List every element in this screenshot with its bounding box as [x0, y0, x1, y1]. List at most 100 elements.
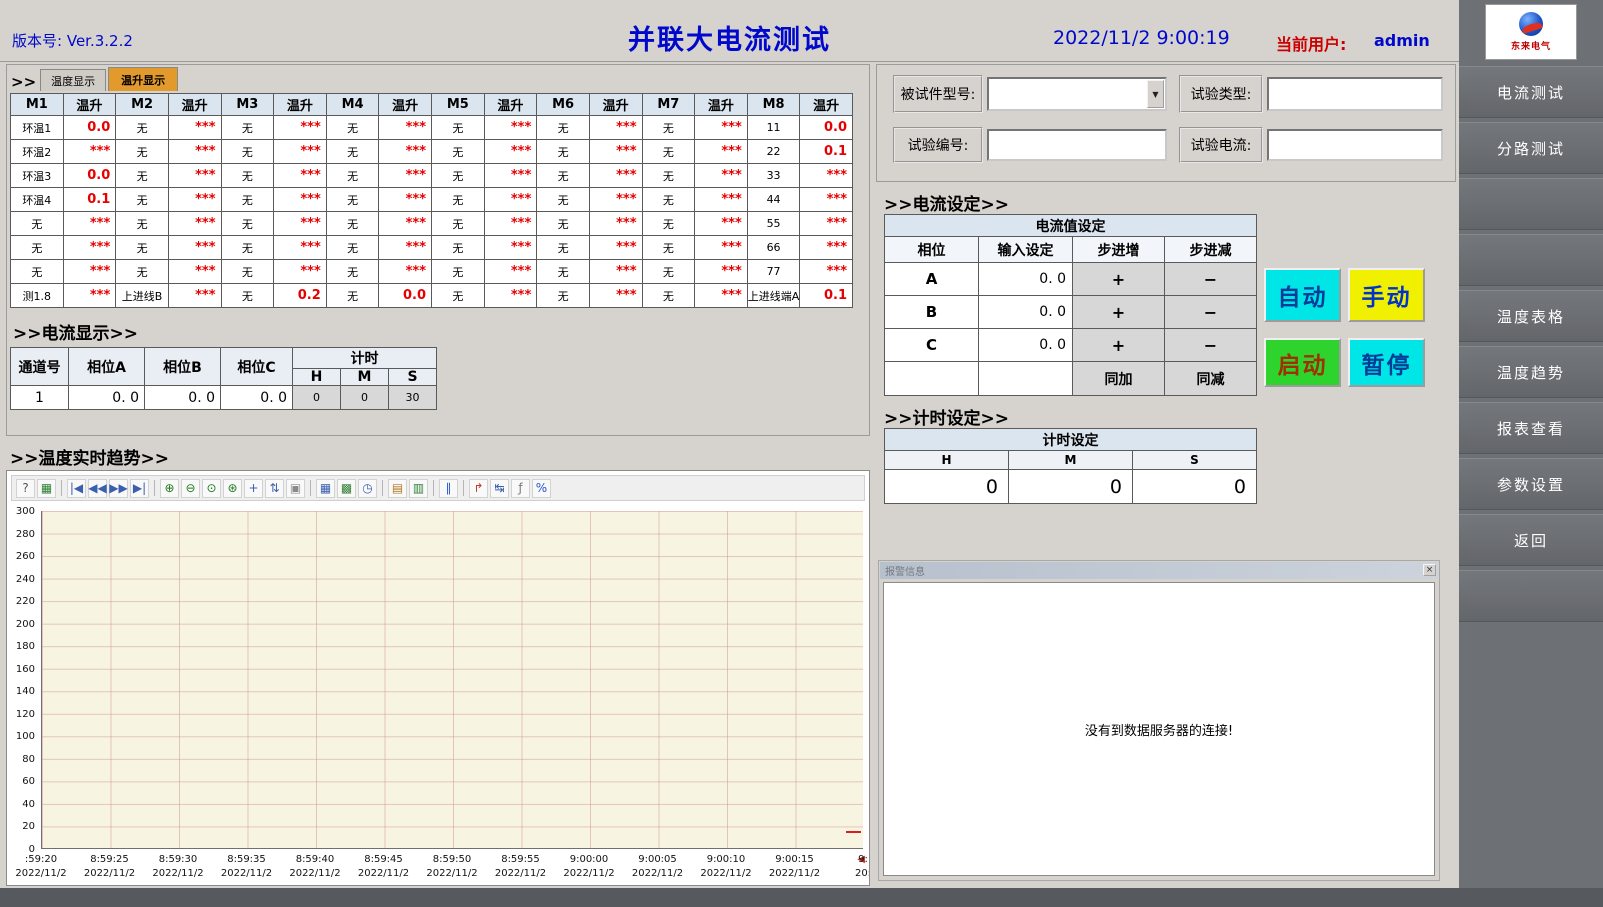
pause-refresh-icon[interactable]: ∥ [439, 479, 458, 498]
trend-chart-panel: ?▦|◀◀◀▶▶▶|⊕⊖⊙⊛+⇅▣▦▩◷▤▥∥↱↹ƒ% 300280260240… [6, 470, 870, 886]
bulk-plus-button[interactable]: 同加 [1073, 362, 1165, 396]
alarm-title-bar[interactable]: 报警信息 [880, 562, 1438, 579]
sidebar-item-label: 返回 [1514, 530, 1548, 551]
sidebar-item-6[interactable]: 报表查看 [1459, 402, 1603, 454]
phase-b-set-input[interactable]: 0. 0 [979, 296, 1073, 329]
phase-c-set-input[interactable]: 0. 0 [979, 329, 1073, 362]
chevron-down-icon[interactable]: ▼ [1147, 80, 1164, 108]
temp-rise-value: *** [168, 164, 221, 188]
test-type-input[interactable] [1267, 77, 1443, 111]
fx-icon[interactable]: ƒ [511, 479, 530, 498]
curve-list-icon[interactable]: ▤ [388, 479, 407, 498]
start-button[interactable]: 启动 [1264, 338, 1341, 387]
sidebar-item-8[interactable]: 返回 [1459, 514, 1603, 566]
temp-rise-value: *** [379, 140, 432, 164]
trend-plot[interactable] [41, 511, 863, 849]
temp-rise-value: *** [695, 212, 748, 236]
sidebar-item-9[interactable] [1459, 570, 1603, 622]
timer-seconds: 30 [389, 386, 437, 410]
auto-button[interactable]: 自动 [1264, 268, 1341, 322]
temp-rise-value: *** [274, 212, 327, 236]
sidebar-item-1[interactable]: 分路测试 [1459, 122, 1603, 174]
zoom-window-icon[interactable]: ⊙ [202, 479, 221, 498]
sidebar-item-3[interactable] [1459, 234, 1603, 286]
data-cursor-icon[interactable]: ↱ [469, 479, 488, 498]
tab-temp-rise-display[interactable]: 温升显示 [108, 67, 178, 91]
channel-name: 无 [221, 116, 274, 140]
current-display-table: 通道号 相位A 相位B 相位C 计时 H M S 1 0. 0 0. 0 0. … [10, 347, 437, 410]
device-model-combo[interactable]: ▼ [987, 77, 1167, 111]
pan-icon[interactable]: + [244, 479, 263, 498]
fast-back-icon[interactable]: ◀◀ [88, 479, 107, 498]
close-icon[interactable]: × [1423, 564, 1436, 576]
temp-rise-value: *** [589, 116, 642, 140]
grid-toggle-icon[interactable]: ▦ [316, 479, 335, 498]
last-page-icon[interactable]: ▶| [130, 479, 149, 498]
phase-a-set-input[interactable]: 0. 0 [979, 263, 1073, 296]
blank-cell [885, 362, 979, 396]
temp-rise-value: *** [168, 188, 221, 212]
y-scale-icon[interactable]: ⇅ [265, 479, 284, 498]
alarm-window: 报警信息 × 没有到数据服务器的连接! [878, 560, 1440, 881]
sidebar-item-2[interactable] [1459, 178, 1603, 230]
temp-rise-value: *** [695, 188, 748, 212]
timer-m-input[interactable]: 0 [1009, 470, 1133, 504]
phase-a-plus-button[interactable]: + [1073, 263, 1165, 296]
tab-temperature-display[interactable]: 温度显示 [40, 69, 106, 91]
phase-a-minus-button[interactable]: − [1165, 263, 1257, 296]
channel-name: 无 [326, 260, 379, 284]
zoom-in-icon[interactable]: ⊕ [160, 479, 179, 498]
grid-color-icon[interactable]: ▩ [337, 479, 356, 498]
channel-header: 通道号 [11, 348, 69, 386]
report-export-icon[interactable]: ▦ [37, 479, 56, 498]
phase-a-label: A [885, 263, 979, 296]
test-number-input[interactable] [987, 129, 1167, 161]
temp-rise-value: *** [695, 140, 748, 164]
channel-name: 无 [116, 188, 169, 212]
y-axis-tick-label: 200 [16, 619, 35, 630]
temp-rise-value: *** [63, 260, 116, 284]
channel-name: 无 [432, 284, 485, 308]
sidebar-item-4[interactable]: 温度表格 [1459, 290, 1603, 342]
test-current-input[interactable] [1267, 129, 1443, 161]
zoom-undo-icon[interactable]: ⊛ [223, 479, 242, 498]
curve-style-icon[interactable]: ▥ [409, 479, 428, 498]
phase-c-minus-button[interactable]: − [1165, 329, 1257, 362]
temp-table-col-header: M8 [747, 94, 800, 116]
bulk-minus-button[interactable]: 同减 [1165, 362, 1257, 396]
channel-name: 无 [11, 212, 64, 236]
zoom-out-icon[interactable]: ⊖ [181, 479, 200, 498]
help-icon[interactable]: ? [16, 479, 35, 498]
phase-c-plus-button[interactable]: + [1073, 329, 1165, 362]
current-display-row: 1 0. 0 0. 0 0. 0 0 0 30 [11, 386, 437, 410]
temp-rise-value: *** [274, 140, 327, 164]
x-axis: ◀ :59:202022/11/28:59:252022/11/28:59:30… [41, 853, 863, 885]
channel-name: 无 [537, 260, 590, 284]
temp-rise-value: *** [484, 140, 537, 164]
first-page-icon[interactable]: |◀ [67, 479, 86, 498]
temp-rise-value: *** [695, 284, 748, 308]
channel-name: 无 [116, 140, 169, 164]
fast-forward-icon[interactable]: ▶▶ [109, 479, 128, 498]
timer-s-input[interactable]: 0 [1133, 470, 1257, 504]
sidebar-item-5[interactable]: 温度趋势 [1459, 346, 1603, 398]
phase-b-plus-button[interactable]: + [1073, 296, 1165, 329]
range-select-icon[interactable]: ↹ [490, 479, 509, 498]
timer-h-input[interactable]: 0 [885, 470, 1009, 504]
x-axis-tick-label: 8:59:402022/11/2 [289, 853, 340, 880]
temp-table-col-header: 温升 [800, 94, 853, 116]
sidebar-item-0[interactable]: 电流测试 [1459, 66, 1603, 118]
temp-rise-value: *** [168, 116, 221, 140]
phase-b-minus-button[interactable]: − [1165, 296, 1257, 329]
timer-setting-title: >>计时设定>> [884, 404, 1009, 429]
temp-table-col-header: 温升 [695, 94, 748, 116]
pause-button[interactable]: 暂停 [1348, 338, 1425, 387]
manual-button[interactable]: 手动 [1348, 268, 1425, 322]
percent-icon[interactable]: % [532, 479, 551, 498]
x-axis-tick-label: :59:202022/11/2 [15, 853, 66, 880]
time-axis-icon[interactable]: ◷ [358, 479, 377, 498]
copy-icon[interactable]: ▣ [286, 479, 305, 498]
x-axis-tick-label: 9:00:052022/11/2 [632, 853, 683, 880]
temp-table-col-header: 温升 [484, 94, 537, 116]
sidebar-item-7[interactable]: 参数设置 [1459, 458, 1603, 510]
